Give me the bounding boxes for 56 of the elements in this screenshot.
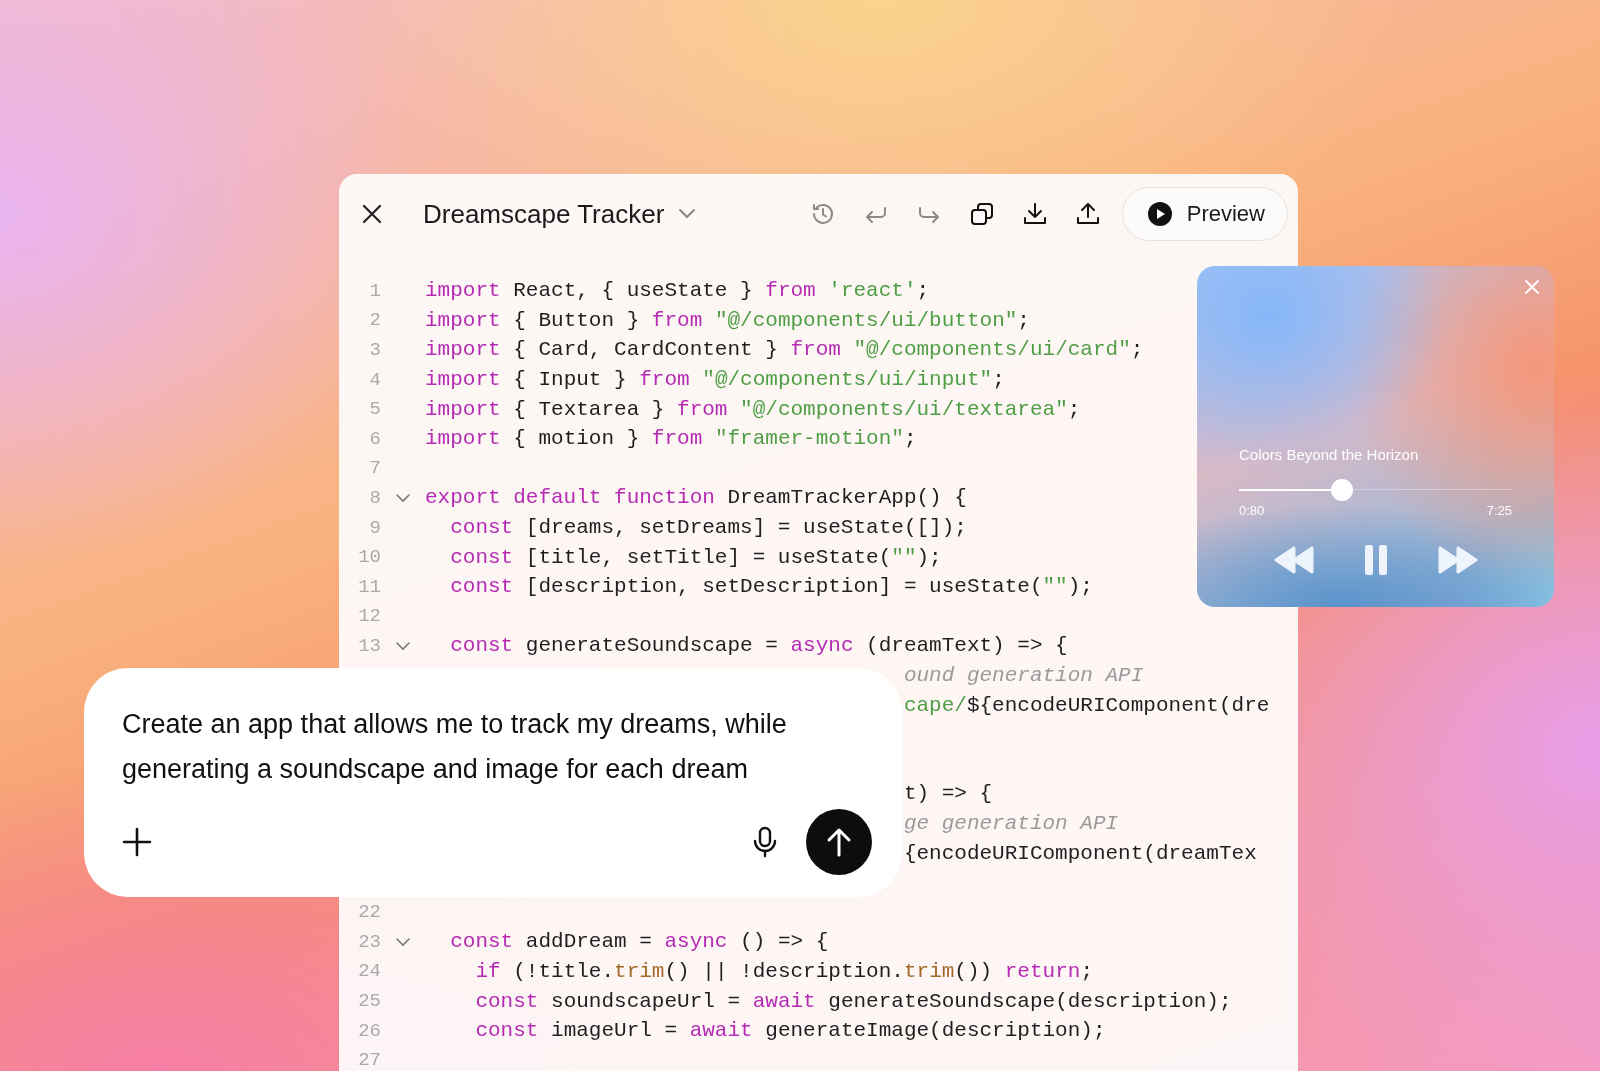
fold-chevron-icon[interactable] <box>395 492 411 503</box>
code-line: import { Input } from "@/components/ui/input"; <box>425 368 1005 392</box>
code-line: const generateSoundscape = async (dreamText) => { <box>449 634 1068 658</box>
code-line: import { motion } from "framer-motion"; <box>425 427 917 451</box>
code-line: const [title, setTitle] = useState(""); <box>449 545 942 569</box>
plus-icon[interactable] <box>122 827 152 857</box>
line-number: 22 <box>358 901 381 924</box>
line-number: 1 <box>369 279 381 302</box>
rewind-icon[interactable] <box>1273 546 1314 574</box>
line-number: 13 <box>358 634 381 657</box>
code-line: import { Button } from "@/components/ui/button"; <box>425 308 1030 332</box>
line-number: 12 <box>358 605 381 628</box>
code-line: import { Textarea } from "@/components/ui/textarea"; <box>425 397 1081 421</box>
code-line: {encodeURIComponent(dreamTex <box>903 841 1257 865</box>
seek-slider[interactable] <box>1239 479 1512 501</box>
total-duration: 7:25 <box>1486 503 1512 518</box>
project-title[interactable]: Dreamscape Tracker <box>423 198 665 230</box>
line-number: 23 <box>358 930 381 953</box>
code-line: const [dreams, setDreams] = useState([]); <box>449 516 967 540</box>
code-line: ge generation API <box>903 812 1119 835</box>
line-number: 9 <box>369 516 381 539</box>
code-line: const addDream = async () => { <box>449 930 829 954</box>
line-number: 11 <box>358 575 381 598</box>
code-line: import { Card, CardContent } from "@/components/ui/card"; <box>425 338 1144 362</box>
line-number: 8 <box>369 486 381 509</box>
code-line: t) => { <box>903 782 993 806</box>
code-line: const soundscapeUrl = await generateSoundscape(description); <box>474 989 1232 1013</box>
elapsed-time: 0:80 <box>1239 503 1265 518</box>
prompt-text[interactable]: Create an app that allows me to track my dreams, while generating a soundscape and image for each dream <box>122 702 842 792</box>
code-line: ound generation API <box>903 664 1144 687</box>
line-number: 27 <box>358 1049 381 1071</box>
line-number: 2 <box>369 309 381 332</box>
line-number: 10 <box>358 546 381 569</box>
code-line: import React, { useState } from 'react'; <box>425 279 930 303</box>
line-number: 26 <box>358 1019 381 1042</box>
line-number: 3 <box>369 339 381 361</box>
line-number: 4 <box>369 368 381 391</box>
code-line: if (!title.trim() || !description.trim()) return; <box>474 959 1093 983</box>
fast-forward-icon[interactable] <box>1437 546 1478 574</box>
line-number: 24 <box>358 960 381 983</box>
fold-chevron-icon[interactable] <box>395 640 411 651</box>
fold-chevron-icon[interactable] <box>395 936 411 947</box>
line-number: 6 <box>369 427 381 450</box>
line-number: 7 <box>369 457 381 480</box>
microphone-icon[interactable] <box>752 826 778 858</box>
track-title: Colors Beyond the Horizon <box>1239 446 1420 463</box>
pause-icon[interactable] <box>1363 544 1388 576</box>
line-number: 25 <box>358 990 381 1013</box>
play-icon <box>1146 201 1173 227</box>
line-number: 5 <box>369 398 381 421</box>
preview-button[interactable]: Preview <box>1121 187 1288 241</box>
code-line: cape/${encodeURIComponent(dre <box>903 693 1270 717</box>
code-line: export default function DreamTrackerApp() { <box>425 486 967 510</box>
chevron-down-icon[interactable] <box>678 208 697 220</box>
code-line: const imageUrl = await generateImage(description); <box>474 1019 1106 1043</box>
code-line: const [description, setDescription] = useState(""); <box>449 575 1093 599</box>
